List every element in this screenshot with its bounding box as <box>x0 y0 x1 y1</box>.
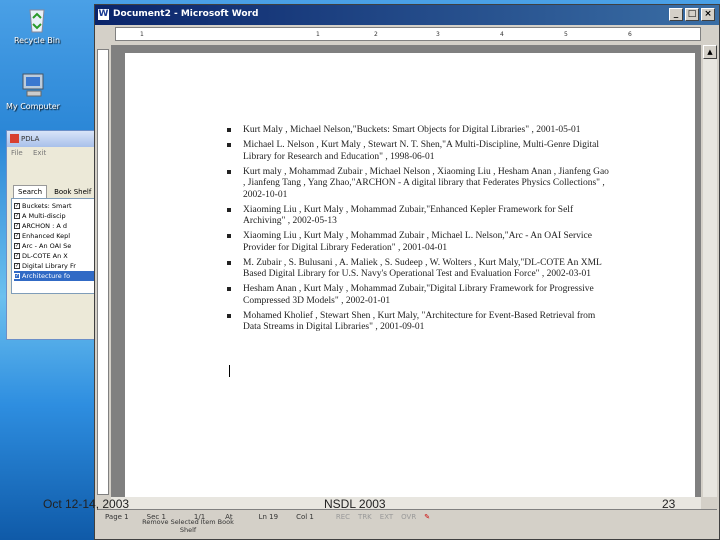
pdla-menu-exit[interactable]: Exit <box>33 149 46 157</box>
reference-item: Michael L. Nelson , Kurt Maly , Stewart … <box>227 140 613 163</box>
pdla-tabs: Search Book Shelf <box>7 159 107 198</box>
pdla-title: PDLA <box>21 135 40 143</box>
document-area[interactable]: Kurt Maly , Michael Nelson,"Buckets: Sma… <box>111 45 701 497</box>
reference-list: Kurt Maly , Michael Nelson,"Buckets: Sma… <box>227 125 613 337</box>
list-item[interactable]: ✓ Buckets: Smart <box>14 201 100 211</box>
text-cursor <box>229 365 230 377</box>
word-app-icon: W <box>98 9 109 20</box>
list-item-selected[interactable]: ✓ Architecture fo <box>14 271 100 281</box>
word-titlebar[interactable]: W Document2 - Microsoft Word _ □ × <box>95 5 719 25</box>
slide-footer: Oct 12-14, 2003 NSDL 2003 23 <box>0 495 720 517</box>
remove-selected-item-button[interactable]: Remove Selected Item Book Shelf <box>140 518 236 536</box>
desktop-icon-recycle-bin[interactable]: Recycle Bin <box>2 4 72 45</box>
pdla-window: PDLA File Exit Search Book Shelf ✓ Bucket… <box>6 130 108 340</box>
ruler-tick: 2 <box>374 31 378 38</box>
reference-item: Xiaoming Liu , Kurt Maly , Mohammad Zuba… <box>227 205 613 228</box>
list-item[interactable]: ✓ Digital Library Fr <box>14 261 100 271</box>
book-shelf-list[interactable]: ✓ Buckets: Smart ✓ A Multi-discip ✓ ARCHON … <box>11 198 103 294</box>
my-computer-icon <box>18 70 48 100</box>
horizontal-ruler[interactable]: 1 1 2 3 4 5 6 <box>115 27 701 41</box>
reference-item: Kurt maly , Mohammad Zubair , Michael Ne… <box>227 167 613 202</box>
reference-item: Kurt Maly , Michael Nelson,"Buckets: Sma… <box>227 125 613 137</box>
minimize-button[interactable]: _ <box>669 8 683 21</box>
my-computer-label: My Computer <box>6 102 60 111</box>
pdla-menubar: File Exit <box>7 147 107 159</box>
list-item[interactable]: ✓ A Multi-discip <box>14 211 100 221</box>
footer-conference: NSDL 2003 <box>324 497 386 511</box>
vertical-scrollbar[interactable]: ▲ <box>703 45 717 497</box>
footer-page-number: 23 <box>662 497 676 511</box>
reference-item: Hesham Anan , Kurt Maly , Mohammad Zubai… <box>227 284 613 307</box>
list-item[interactable]: ✓ Arc - An OAI Se <box>14 241 100 251</box>
checkbox-checked-icon[interactable]: ✓ <box>14 243 20 249</box>
desktop-icon-my-computer[interactable]: My Computer <box>0 70 68 111</box>
word-title: Document2 - Microsoft Word <box>113 9 259 19</box>
vertical-ruler[interactable] <box>97 49 109 495</box>
checkbox-checked-icon[interactable]: ✓ <box>14 213 20 219</box>
tab-book-shelf[interactable]: Book Shelf <box>49 185 97 198</box>
maximize-button[interactable]: □ <box>685 8 699 21</box>
pdla-menu-file[interactable]: File <box>11 149 23 157</box>
scroll-up-arrow-icon[interactable]: ▲ <box>703 45 717 59</box>
list-item[interactable]: ✓ DL-COTE An X <box>14 251 100 261</box>
pdla-titlebar[interactable]: PDLA <box>7 131 107 147</box>
ruler-tick: 5 <box>564 31 568 38</box>
recycle-bin-icon <box>22 4 52 34</box>
list-item[interactable]: ✓ Enhanced Kepl <box>14 231 100 241</box>
reference-item: M. Zubair , S. Bulusani , A. Maliek , S.… <box>227 258 613 281</box>
checkbox-checked-icon[interactable]: ✓ <box>14 223 20 229</box>
ruler-tick: 1 <box>316 31 320 38</box>
reference-item: Mohamed Kholief , Stewart Shen , Kurt Ma… <box>227 311 613 334</box>
reference-item: Xiaoming Liu , Kurt Maly , Mohammad Zuba… <box>227 231 613 254</box>
recycle-bin-label: Recycle Bin <box>13 36 61 45</box>
checkbox-checked-icon[interactable]: ✓ <box>14 253 20 259</box>
tab-search[interactable]: Search <box>13 185 48 198</box>
word-window: W Document2 - Microsoft Word _ □ × 1 1 2… <box>94 4 720 540</box>
ruler-tick: 6 <box>628 31 632 38</box>
checkbox-checked-icon[interactable]: ✓ <box>14 233 20 239</box>
checkbox-checked-icon[interactable]: ✓ <box>14 273 20 279</box>
list-item[interactable]: ✓ ARCHON : A d <box>14 221 100 231</box>
document-page[interactable]: Kurt Maly , Michael Nelson,"Buckets: Sma… <box>125 53 695 497</box>
pdla-app-icon <box>10 134 19 143</box>
ruler-tick: 4 <box>500 31 504 38</box>
checkbox-checked-icon[interactable]: ✓ <box>14 203 20 209</box>
footer-date: Oct 12-14, 2003 <box>43 497 130 511</box>
close-button[interactable]: × <box>701 8 715 21</box>
ruler-tick: 1 <box>140 31 144 38</box>
ruler-tick: 3 <box>436 31 440 38</box>
checkbox-checked-icon[interactable]: ✓ <box>14 263 20 269</box>
